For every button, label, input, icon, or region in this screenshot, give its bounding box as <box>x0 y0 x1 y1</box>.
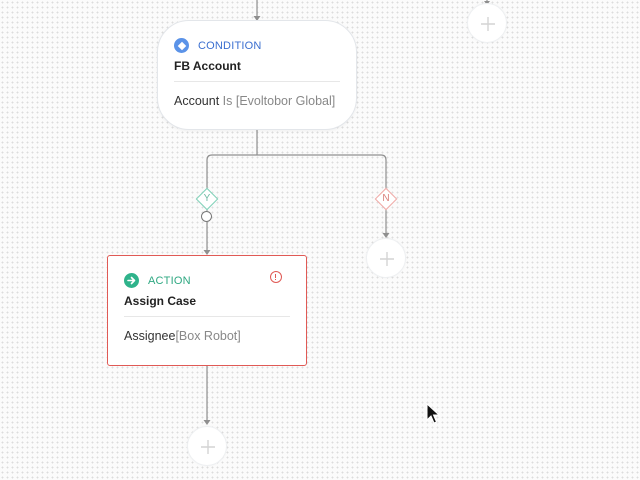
plus-icon <box>481 17 495 31</box>
condition-rule-field: Account <box>174 94 220 108</box>
condition-node-header: CONDITION <box>174 38 262 53</box>
add-step-button-top[interactable] <box>467 3 507 43</box>
mouse-cursor-icon <box>426 403 440 424</box>
plus-icon <box>380 252 394 266</box>
plus-icon <box>201 440 215 454</box>
branch-no-label: N <box>382 193 390 204</box>
condition-rule-value: [Evoltobor Global] <box>235 94 336 108</box>
action-rule-value: [Box Robot] <box>175 329 241 343</box>
warning-icon[interactable] <box>270 271 282 283</box>
card-divider <box>174 81 340 82</box>
condition-rule: Account Is [Evoltobor Global] <box>174 94 335 108</box>
workflow-canvas[interactable]: CONDITION FB Account Account Is [Evoltob… <box>0 0 640 480</box>
add-step-button-no-branch[interactable] <box>366 238 406 278</box>
action-node-header: ACTION <box>124 273 191 288</box>
action-title: Assign Case <box>124 294 197 308</box>
diamond-icon <box>174 38 189 53</box>
branch-yes-label: Y <box>203 193 211 204</box>
action-rule-field: Assignee <box>124 329 176 343</box>
action-type-label: ACTION <box>148 274 191 287</box>
arrow-circle-icon <box>124 273 139 288</box>
connector-port[interactable] <box>201 211 212 222</box>
action-node[interactable]: ACTION Assign Case Assignee[Box Robot] <box>107 255 307 366</box>
condition-type-label: CONDITION <box>198 39 262 52</box>
card-divider <box>124 316 290 317</box>
add-step-button-bottom[interactable] <box>187 426 227 466</box>
condition-title: FB Account <box>174 59 241 73</box>
action-rule: Assignee[Box Robot] <box>124 329 241 343</box>
condition-rule-operator: Is <box>222 94 233 108</box>
condition-node[interactable]: CONDITION FB Account Account Is [Evoltob… <box>157 20 357 130</box>
